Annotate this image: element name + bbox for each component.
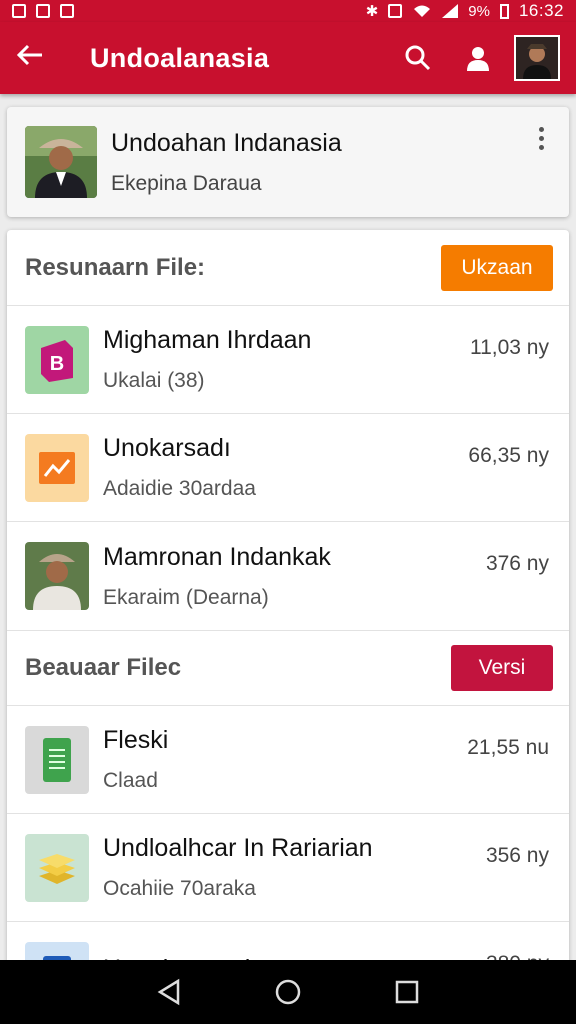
svg-text:B: B	[50, 353, 64, 375]
person-photo	[25, 542, 89, 610]
account-icon[interactable]	[458, 38, 498, 78]
list-item[interactable]: Mamronan Indankak Ekaraim (Dearna) 376 n…	[7, 522, 569, 630]
wifi-icon	[414, 5, 431, 17]
section-action-button[interactable]: Versi	[451, 645, 553, 691]
files-card: Resunaarn File: Ukzaan B Mighaman Ihrdaa…	[7, 230, 569, 970]
b-app-icon: B	[25, 325, 89, 394]
profile-name: Undoahan Indanasia	[111, 128, 342, 157]
more-options-icon[interactable]	[531, 127, 551, 150]
mail-icon	[60, 4, 74, 18]
list-item[interactable]: B Mighaman Ihrdaan Ukalai (38) 11,03 ny	[7, 306, 569, 414]
section-title: Beauaar Filec	[25, 654, 182, 681]
profile-subtitle: Ekepina Daraua	[111, 171, 262, 195]
profile-card[interactable]: Undoahan Indanasia Ekepina Daraua	[7, 107, 569, 217]
section-header-shared: Beauaar Filec Versi	[7, 630, 569, 706]
list-item[interactable]: Unokarsadı Adaidie 30ardaa 66,35 ny	[7, 414, 569, 522]
nav-back-icon[interactable]	[156, 978, 182, 1006]
system-nav-bar	[0, 960, 576, 1024]
section-action-button[interactable]: Ukzaan	[441, 244, 553, 291]
image-notification-icon	[36, 4, 50, 18]
battery-icon	[499, 3, 509, 19]
signal-icon	[442, 4, 459, 18]
item-size: 376 ny	[485, 552, 549, 575]
list-item[interactable]: Undloalhcar In Rariarian Ocahiie 70araka…	[7, 814, 569, 922]
profile-photo	[25, 126, 97, 198]
nav-home-icon[interactable]	[274, 978, 302, 1006]
item-subtitle: Claad	[103, 769, 158, 792]
status-bar: ✱ 9% 16:32	[0, 0, 576, 22]
item-size: 21,55 nu	[467, 736, 549, 759]
item-subtitle: Adaidie 30ardaa	[103, 477, 256, 500]
item-title: Undloalhcar In Rariarian	[103, 834, 373, 862]
chart-doc-icon	[25, 433, 89, 502]
item-subtitle: Ekaraim (Dearna)	[103, 585, 269, 609]
app-bar: Undoalanasia	[0, 22, 576, 94]
item-size: 11,03 ny	[469, 336, 549, 359]
app-title: Undoalanasia	[90, 42, 270, 73]
battery-percent: 9%	[468, 2, 490, 20]
search-icon[interactable]	[398, 38, 438, 78]
bluetooth-icon: ✱	[365, 3, 379, 20]
item-subtitle: Ocahiie 70araka	[103, 877, 256, 900]
section-title: Resunaarn File:	[25, 253, 206, 281]
vibrate-icon	[388, 4, 403, 18]
stack-icon	[25, 833, 89, 902]
back-arrow-icon[interactable]	[16, 43, 56, 73]
item-title: Mamronan Indankak	[103, 542, 331, 571]
item-size: 356 ny	[485, 844, 549, 867]
user-avatar[interactable]	[514, 35, 560, 81]
notification-icon	[12, 4, 26, 18]
list-item[interactable]: Fleski Claad 21,55 nu	[7, 706, 569, 814]
clock: 16:32	[518, 1, 564, 20]
nav-recents-icon[interactable]	[394, 979, 420, 1005]
item-subtitle: Ukalai (38)	[103, 369, 205, 392]
item-size: 66,35 ny	[468, 444, 549, 467]
green-doc-icon	[25, 725, 89, 794]
section-header-recent: Resunaarn File: Ukzaan	[7, 230, 569, 306]
